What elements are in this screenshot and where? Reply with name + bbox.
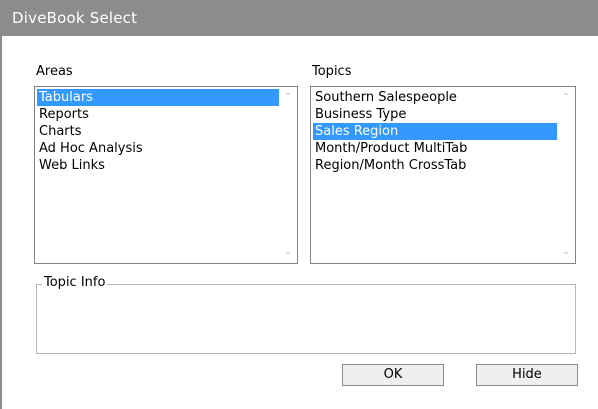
- scroll-down-arrow-icon[interactable]: ⌄: [280, 244, 296, 260]
- scroll-up-arrow-icon[interactable]: ⌃: [558, 90, 574, 106]
- topics-scrollbar[interactable]: ⌃ ⌄: [558, 88, 574, 262]
- areas-item-reports[interactable]: Reports: [37, 106, 279, 123]
- areas-items: Tabulars Reports Charts Ad Hoc Analysis …: [37, 89, 279, 174]
- scroll-down-arrow-icon[interactable]: ⌄: [558, 244, 574, 260]
- areas-item-web-links[interactable]: Web Links: [37, 157, 279, 174]
- areas-item-tabulars[interactable]: Tabulars: [37, 89, 279, 106]
- hide-button[interactable]: Hide: [476, 364, 578, 386]
- topics-item-month-product-multitab[interactable]: Month/Product MultiTab: [313, 140, 557, 157]
- topics-label: Topics: [312, 64, 352, 79]
- title-bar[interactable]: DiveBook Select: [2, 0, 598, 36]
- areas-scrollbar[interactable]: ⌃ ⌄: [280, 88, 296, 262]
- topics-listbox[interactable]: Southern Salespeople Business Type Sales…: [310, 86, 576, 264]
- topics-items: Southern Salespeople Business Type Sales…: [313, 89, 557, 174]
- scroll-up-arrow-icon[interactable]: ⌃: [280, 90, 296, 106]
- areas-item-charts[interactable]: Charts: [37, 123, 279, 140]
- dialog-window: DiveBook Select Areas Tabulars Reports C…: [0, 0, 598, 409]
- topics-item-southern-salespeople[interactable]: Southern Salespeople: [313, 89, 557, 106]
- topics-item-business-type[interactable]: Business Type: [313, 106, 557, 123]
- areas-item-ad-hoc-analysis[interactable]: Ad Hoc Analysis: [37, 140, 279, 157]
- areas-listbox[interactable]: Tabulars Reports Charts Ad Hoc Analysis …: [34, 86, 298, 264]
- ok-button[interactable]: OK: [342, 364, 444, 386]
- topic-info-label: Topic Info: [42, 275, 108, 290]
- topics-item-region-month-crosstab[interactable]: Region/Month CrossTab: [313, 157, 557, 174]
- topics-item-sales-region[interactable]: Sales Region: [313, 123, 557, 140]
- areas-label: Areas: [36, 64, 73, 79]
- topic-info-group: Topic Info: [36, 275, 576, 354]
